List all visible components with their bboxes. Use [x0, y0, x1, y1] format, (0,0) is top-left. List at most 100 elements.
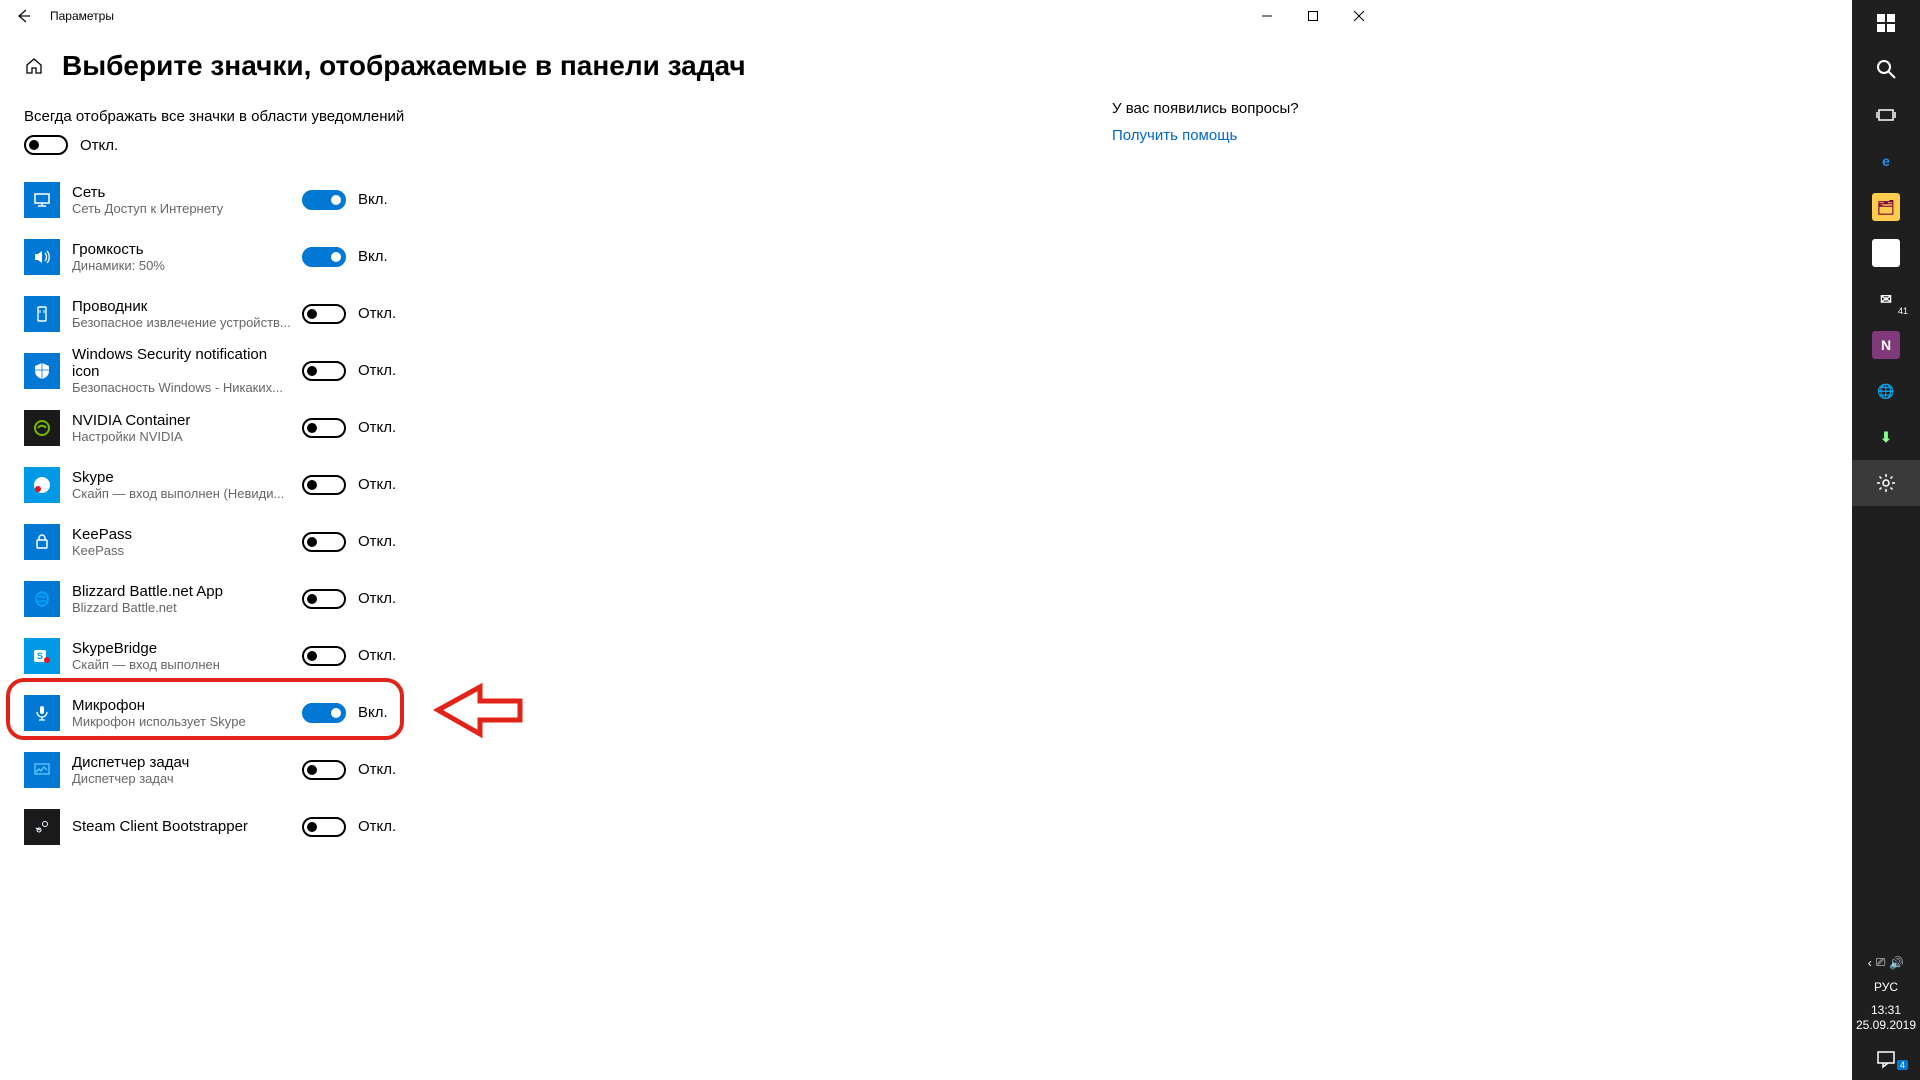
nvidia-icon [24, 410, 60, 446]
svg-text:S: S [37, 651, 43, 661]
app-item: ПроводникБезопасное извлечение устройств… [24, 285, 724, 342]
item-name: Сеть [72, 184, 292, 201]
item-toggle[interactable] [302, 589, 346, 609]
main-content: Всегда отображать все значки в области у… [24, 94, 724, 855]
steam-icon [24, 809, 60, 845]
item-toggle-label: Вкл. [358, 704, 388, 721]
app-item: NVIDIA ContainerНастройки NVIDIA Откл. [24, 399, 724, 456]
app-item: KeePassKeePassОткл. [24, 513, 724, 570]
help-sidebar: У вас появились вопросы? Получить помощь [1112, 94, 1362, 855]
item-toggle[interactable] [302, 532, 346, 552]
clock-date: 25.09.2019 [1856, 1018, 1916, 1034]
tray-volume-icon[interactable]: 🔊 [1889, 956, 1904, 970]
shield-icon [24, 353, 60, 389]
mic-icon [24, 695, 60, 731]
master-toggle[interactable] [24, 135, 68, 155]
item-toggle-label: Откл. [358, 362, 396, 379]
titlebar: Параметры [0, 0, 1386, 32]
taskbar-app-store[interactable]: 🛍 [1852, 230, 1920, 276]
taskmgr-icon [24, 752, 60, 788]
blizzard-icon [24, 581, 60, 617]
task-view-icon[interactable] [1852, 92, 1920, 138]
minimize-button[interactable] [1244, 0, 1290, 32]
item-subtitle: Сеть Доступ к Интернету [72, 201, 292, 216]
item-subtitle: Скайп — вход выполнен (Невиди... [72, 486, 292, 501]
item-subtitle: Blizzard Battle.net [72, 600, 292, 615]
help-question: У вас появились вопросы? [1112, 100, 1362, 117]
item-toggle[interactable] [302, 247, 346, 267]
item-toggle-label: Откл. [358, 590, 396, 607]
item-toggle-label: Откл. [358, 818, 396, 835]
page-title: Выберите значки, отображаемые в панели з… [62, 50, 746, 82]
skypebridge-icon: S [24, 638, 60, 674]
settings-window: Параметры Выберите значки, отображаемые … [0, 0, 1386, 1080]
item-toggle[interactable] [302, 361, 346, 381]
back-button[interactable] [4, 0, 44, 32]
close-button[interactable] [1336, 0, 1382, 32]
item-subtitle: KeePass [72, 543, 292, 558]
item-subtitle: Скайп — вход выполнен [72, 657, 292, 672]
item-toggle-label: Откл. [358, 647, 396, 664]
app-item: Диспетчер задачДиспетчер задач Откл. [24, 741, 724, 798]
taskbar-app-onenote[interactable]: N [1852, 322, 1920, 368]
taskbar-app-mail[interactable]: ✉ [1852, 276, 1920, 322]
taskbar-app-chrome[interactable]: 🌐 [1852, 368, 1920, 414]
item-toggle-label: Откл. [358, 533, 396, 550]
item-toggle[interactable] [302, 475, 346, 495]
action-center-icon[interactable] [1852, 1038, 1920, 1080]
item-subtitle: Динамики: 50% [72, 258, 292, 273]
item-toggle-label: Откл. [358, 476, 396, 493]
item-toggle[interactable] [302, 703, 346, 723]
item-subtitle: Настройки NVIDIA [72, 429, 292, 444]
app-item: СетьСеть Доступ к Интернету Вкл. [24, 171, 724, 228]
tray-display-icon[interactable]: ⎚ [1876, 955, 1886, 970]
item-subtitle: Микрофон использует Skype [72, 714, 292, 729]
speaker-icon [24, 239, 60, 275]
taskbar-app-settings[interactable] [1852, 460, 1920, 506]
item-name: Blizzard Battle.net App [72, 583, 292, 600]
app-item: S SkypeBridgeСкайп — вход выполнен Откл. [24, 627, 724, 684]
item-toggle[interactable] [302, 817, 346, 837]
item-toggle[interactable] [302, 190, 346, 210]
taskbar-app-explorer[interactable]: 🗂 [1852, 184, 1920, 230]
item-toggle-label: Откл. [358, 305, 396, 322]
keepass-icon [24, 524, 60, 560]
master-toggle-label: Откл. [80, 137, 118, 154]
item-toggle[interactable] [302, 418, 346, 438]
app-item: МикрофонМикрофон использует Skype Вкл. [24, 684, 724, 741]
item-toggle-label: Вкл. [358, 248, 388, 265]
window-title: Параметры [50, 9, 114, 23]
annotation-arrow-icon [432, 683, 522, 743]
tray-overflow[interactable]: ‹ ⎚ 🔊 [1852, 951, 1920, 975]
start-button[interactable] [1852, 0, 1920, 46]
item-toggle[interactable] [302, 304, 346, 324]
item-toggle[interactable] [302, 760, 346, 780]
app-item: Windows Security notification iconБезопа… [24, 342, 724, 399]
item-name: Диспетчер задач [72, 754, 292, 771]
taskbar-clock[interactable]: 13:31 25.09.2019 [1856, 999, 1916, 1038]
item-toggle-label: Вкл. [358, 191, 388, 208]
app-item: Steam Client BootstrapperОткл. [24, 798, 724, 855]
skype-icon [24, 467, 60, 503]
item-subtitle: Безопасное извлечение устройств... [72, 315, 292, 330]
item-name: Skype [72, 469, 292, 486]
item-name: Микрофон [72, 697, 292, 714]
taskbar-app-generic[interactable]: ⬇ [1852, 414, 1920, 460]
item-name: Windows Security notification icon [72, 346, 292, 380]
home-button[interactable] [24, 56, 44, 76]
chevron-left-icon: ‹ [1868, 956, 1872, 970]
search-icon[interactable] [1852, 46, 1920, 92]
language-indicator[interactable]: РУС [1852, 975, 1920, 999]
help-link[interactable]: Получить помощь [1112, 127, 1362, 144]
item-name: Проводник [72, 298, 292, 315]
item-toggle-label: Откл. [358, 419, 396, 436]
item-subtitle: Диспетчер задач [72, 771, 292, 786]
item-toggle[interactable] [302, 646, 346, 666]
clock-time: 13:31 [1856, 1003, 1916, 1019]
taskbar-app-edge[interactable]: e [1852, 138, 1920, 184]
usb-icon [24, 296, 60, 332]
item-name: NVIDIA Container [72, 412, 292, 429]
item-name: SkypeBridge [72, 640, 292, 657]
maximize-button[interactable] [1290, 0, 1336, 32]
item-toggle-label: Откл. [358, 761, 396, 778]
